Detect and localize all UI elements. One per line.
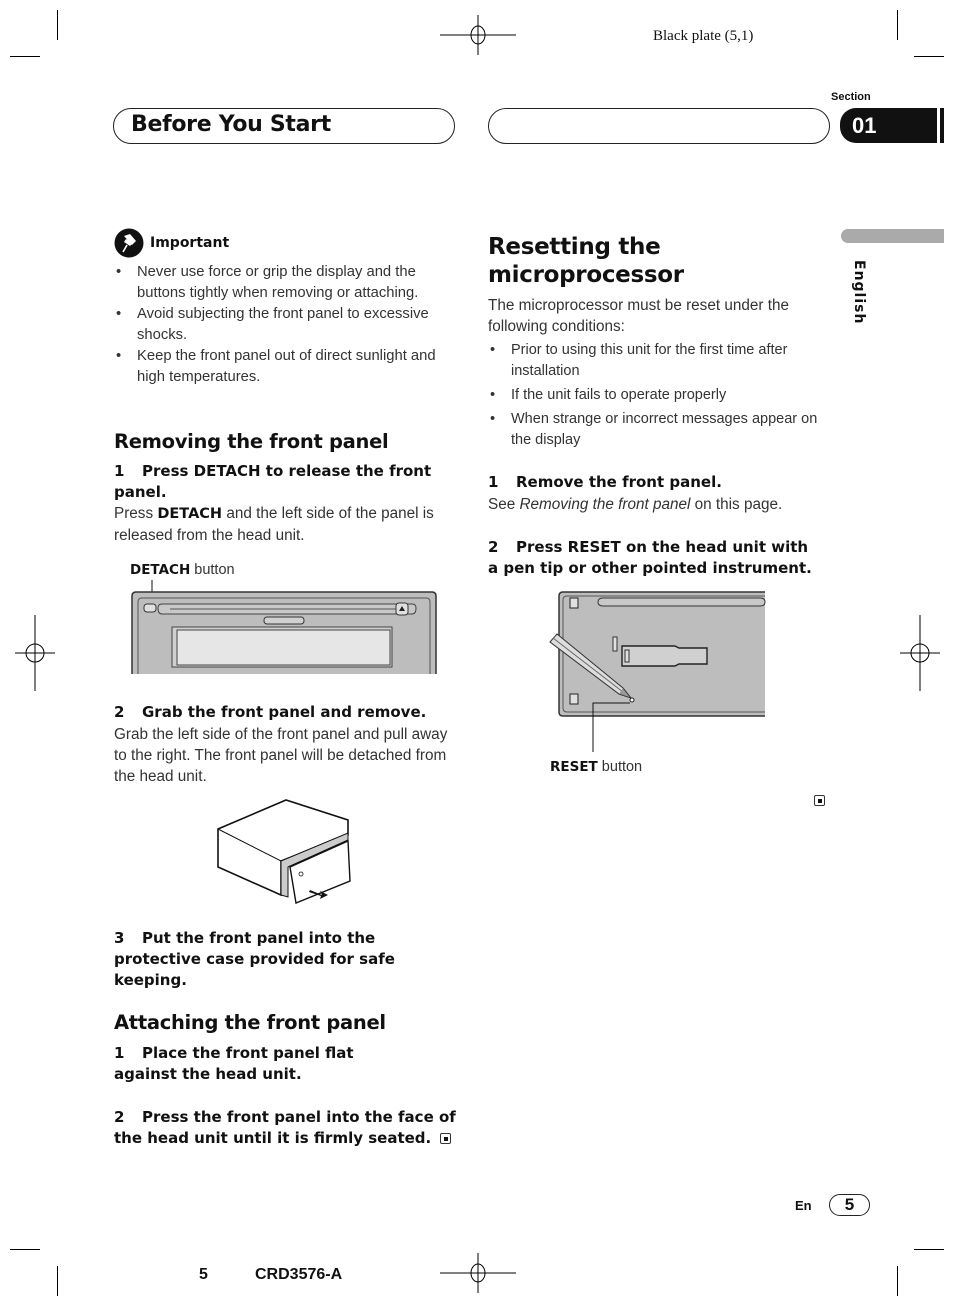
language-tab-label: English [851,260,867,325]
crop-mark [897,1266,898,1296]
crop-mark [10,1249,40,1250]
resetting-step-2: 2 Press RESET on the head unit with a pen… [488,538,812,577]
attaching-step-2: 2 Press the front panel into the face of … [114,1108,456,1147]
section-number: 01 [852,112,877,138]
removing-heading: Removing the front panel [114,430,389,453]
language-code: En [795,1198,812,1213]
resetting-intro: The microprocessor must be reset under t… [488,297,789,335]
panel-removal-illustration [217,799,351,904]
end-of-section-icon [814,795,825,806]
crop-mark [10,56,40,57]
detach-figure-caption: DETACH button [130,562,235,578]
crop-mark [914,56,944,57]
list-item: When strange or incorrect messages appea… [488,409,823,451]
removing-step-1: 1 Press DETACH to release the front panel… [114,462,432,501]
important-label: Important [150,235,230,251]
registration-mark-icon [440,1253,516,1293]
section-number-badge: 01 [840,108,944,143]
footer-page-code: 5 [199,1266,208,1283]
registration-mark-icon [900,615,940,691]
removing-step-3: 3 Put the front panel into the protective… [114,929,395,989]
attaching-heading: Attaching the front panel [114,1011,386,1034]
list-item: Avoid subjecting the front panel to exce… [114,304,454,346]
list-item: If the unit fails to operate properly [488,385,823,406]
important-list: Never use force or grip the display and … [114,262,454,388]
resetting-step-1: 1 Remove the front panel. [488,473,722,491]
removing-step-1-body: Press DETACH and the left side of the pa… [114,505,434,544]
list-item: Prior to using this unit for the first t… [488,340,823,382]
header-title-pill: Before You Start [113,108,455,144]
crop-mark [914,1249,944,1250]
list-item: Keep the front panel out of direct sunli… [114,346,454,388]
section-label: Section [831,91,871,103]
important-block: Important Never use force or grip the di… [114,228,454,388]
resetting-step-1-body: See Removing the front panel on this pag… [488,496,783,513]
crop-mark [57,1266,58,1296]
page-number-pill: 5 [829,1194,870,1216]
section-badge-edge [937,108,940,143]
page-number: 5 [844,1195,855,1214]
resetting-heading: Resetting the microprocessor [488,234,684,288]
reset-figure-caption: RESET button [550,759,643,775]
registration-mark-icon [440,15,516,55]
plate-label: Black plate (5,1) [653,28,754,44]
end-of-section-icon [440,1133,452,1144]
reset-button-illustration [549,591,766,752]
pushpin-icon [114,228,144,258]
list-item: Never use force or grip the display and … [114,262,454,304]
removing-step-2-body: Grab the left side of the front panel an… [114,726,448,785]
crop-mark [57,10,58,40]
resetting-conditions-list: Prior to using this unit for the first t… [488,340,823,451]
detach-button-illustration [131,580,437,674]
registration-mark-icon [15,615,55,691]
crop-mark [897,10,898,40]
cross-reference-link[interactable]: Removing the front panel [519,496,690,513]
page-title: Before You Start [131,112,331,137]
language-tab-bar [841,229,944,243]
removing-step-2: 2 Grab the front panel and remove. [114,703,427,721]
attaching-step-1: 1 Place the front panel flat against the … [114,1044,354,1083]
footer-model-code: CRD3576-A [255,1266,343,1283]
header-blank-pill [488,108,830,144]
